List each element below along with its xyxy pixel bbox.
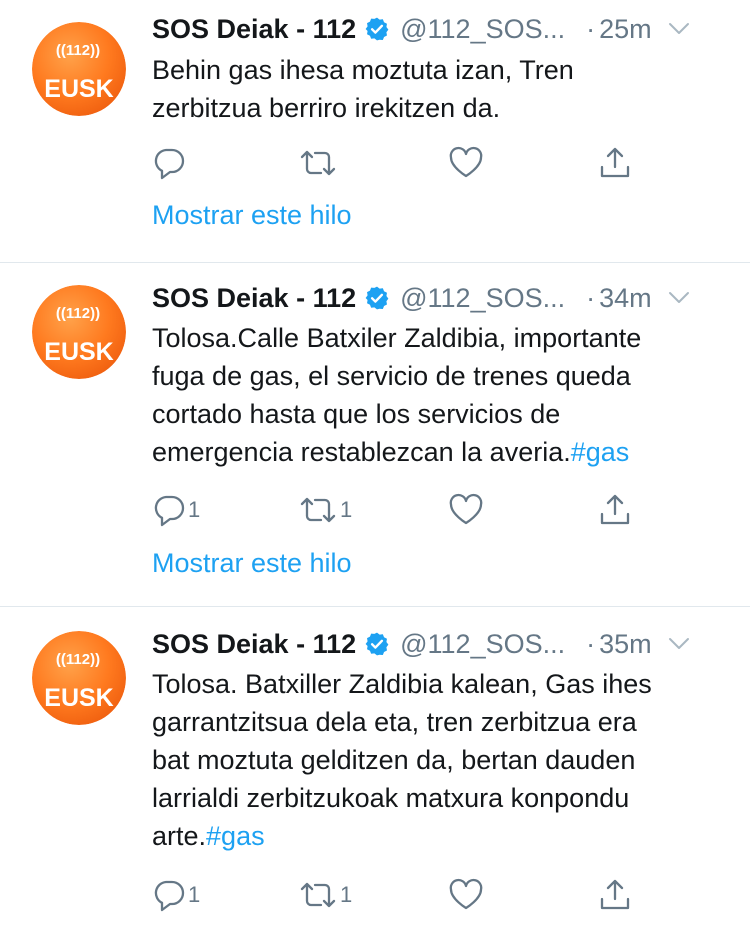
retweet-button[interactable]: 1 <box>298 490 352 530</box>
tweet-card[interactable]: ((112)) EUSK SOS Deiak - 112 @112_SOS...… <box>0 0 750 262</box>
tweet-text: Tolosa.Calle Batxiler Zaldibia, importan… <box>152 319 732 471</box>
avatar-top-text: ((112)) <box>56 42 100 59</box>
share-button[interactable] <box>598 490 632 530</box>
avatar-top-text: ((112)) <box>56 305 100 322</box>
like-icon <box>449 146 483 178</box>
tweet-header: SOS Deiak - 112 @112_SOS... · 35m <box>152 624 726 664</box>
share-icon <box>600 147 630 178</box>
tweet-header: SOS Deiak - 112 @112_SOS... · 34m <box>152 278 726 318</box>
share-icon <box>600 879 630 910</box>
author-handle[interactable]: @112_SOS... <box>400 283 572 314</box>
retweet-icon <box>300 497 336 523</box>
avatar-bottom-text: EUSK <box>44 684 113 712</box>
author-name[interactable]: SOS Deiak - 112 <box>152 14 356 45</box>
timestamp[interactable]: 34m <box>599 283 652 314</box>
share-button[interactable] <box>598 875 632 915</box>
author-handle[interactable]: @112_SOS... <box>400 629 572 660</box>
tweet-card[interactable]: ((112)) EUSK SOS Deiak - 112 @112_SOS...… <box>0 263 750 606</box>
avatar[interactable]: ((112)) EUSK <box>32 631 126 725</box>
reply-button[interactable] <box>152 143 188 183</box>
timestamp[interactable]: 35m <box>599 629 652 660</box>
reply-button[interactable]: 1 <box>152 875 200 915</box>
tweet-text: Behin gas ihesa moztuta izan, Tren zerbi… <box>152 51 732 127</box>
chevron-down-icon[interactable] <box>668 291 690 305</box>
reply-icon <box>154 880 185 912</box>
share-button[interactable] <box>598 143 632 183</box>
verified-badge-icon <box>365 632 389 656</box>
verified-badge-icon <box>365 286 389 310</box>
retweet-icon <box>300 150 336 176</box>
separator-dot: · <box>586 628 596 659</box>
author-handle[interactable]: @112_SOS... <box>400 14 572 45</box>
like-button[interactable] <box>448 143 484 183</box>
retweet-count: 1 <box>340 497 353 522</box>
hashtag-link[interactable]: #gas <box>571 437 630 467</box>
separator-dot: · <box>586 13 596 44</box>
show-thread-link[interactable]: Mostrar este hilo <box>152 200 352 231</box>
like-icon <box>449 493 483 525</box>
author-name[interactable]: SOS Deiak - 112 <box>152 629 356 660</box>
reply-icon <box>154 148 185 180</box>
timestamp[interactable]: 25m <box>599 14 652 45</box>
share-icon <box>600 494 630 525</box>
like-icon <box>449 878 483 910</box>
retweet-button[interactable] <box>298 143 340 183</box>
chevron-down-icon[interactable] <box>668 637 690 651</box>
tweet-body: Tolosa.Calle Batxiler Zaldibia, importan… <box>152 323 642 467</box>
hashtag-link[interactable]: #gas <box>206 821 265 851</box>
author-name[interactable]: SOS Deiak - 112 <box>152 283 356 314</box>
tweet-text: Tolosa. Batxiller Zaldibia kalean, Gas i… <box>152 665 732 855</box>
reply-count: 1 <box>188 882 201 907</box>
avatar[interactable]: ((112)) EUSK <box>32 285 126 379</box>
retweet-icon <box>300 882 336 908</box>
show-thread-link[interactable]: Mostrar este hilo <box>152 548 352 579</box>
verified-badge-icon <box>365 17 389 41</box>
avatar-bottom-text: EUSK <box>44 75 113 103</box>
separator-dot: · <box>586 282 596 313</box>
avatar[interactable]: ((112)) EUSK <box>32 22 126 116</box>
retweet-count: 1 <box>340 882 353 907</box>
tweet-actions: 1 1 <box>152 875 652 915</box>
tweet-body: Behin gas ihesa moztuta izan, Tren zerbi… <box>152 55 574 123</box>
reply-button[interactable]: 1 <box>152 490 200 530</box>
chevron-down-icon[interactable] <box>668 22 690 36</box>
like-button[interactable] <box>448 490 484 530</box>
tweet-actions <box>152 143 652 183</box>
like-button[interactable] <box>448 875 484 915</box>
reply-count: 1 <box>188 497 201 522</box>
avatar-bottom-text: EUSK <box>44 338 113 366</box>
avatar-top-text: ((112)) <box>56 651 100 668</box>
tweet-header: SOS Deiak - 112 @112_SOS... · 25m <box>152 9 726 49</box>
retweet-button[interactable]: 1 <box>298 875 352 915</box>
tweet-actions: 1 1 <box>152 490 652 530</box>
reply-icon <box>154 495 185 527</box>
tweet-card[interactable]: ((112)) EUSK SOS Deiak - 112 @112_SOS...… <box>0 607 750 925</box>
